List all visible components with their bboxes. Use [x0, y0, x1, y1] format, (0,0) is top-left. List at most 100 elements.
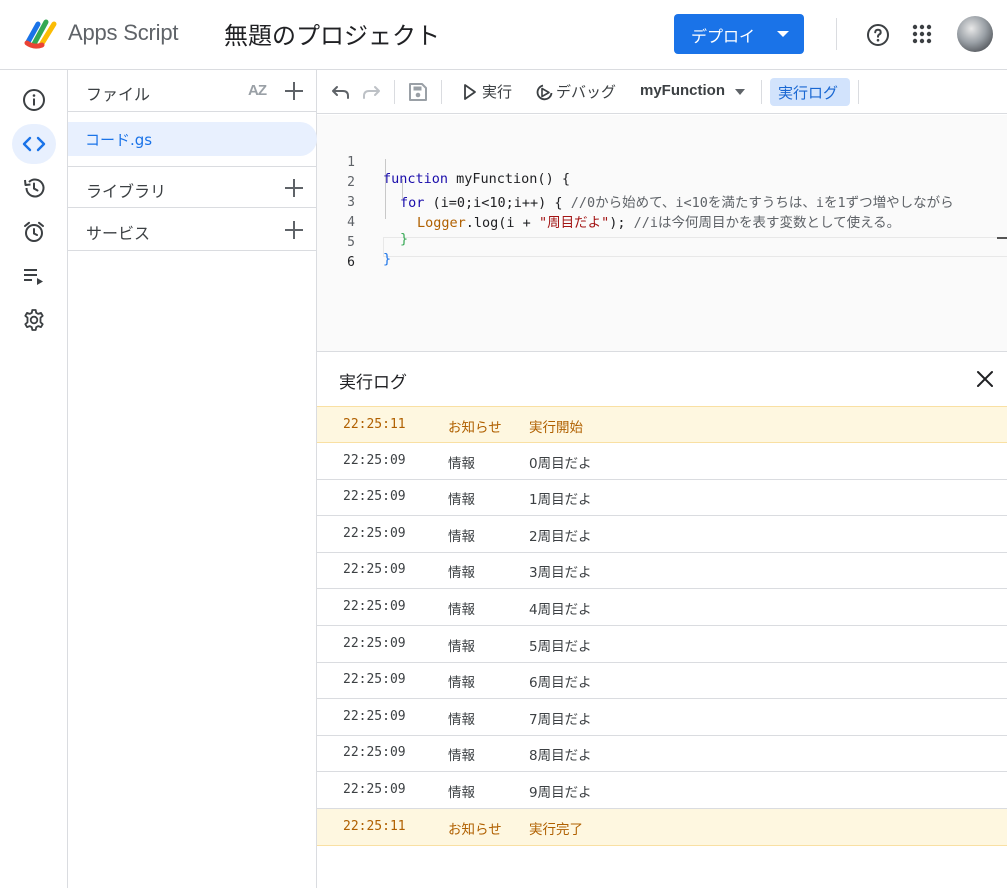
line-number: 6: [347, 255, 355, 270]
rail-item-history[interactable]: [12, 168, 56, 208]
log-timestamp: 22:25:11: [343, 417, 406, 432]
log-message: 4周目だよ: [529, 602, 592, 618]
rail-item-settings[interactable]: [12, 300, 56, 340]
app-name[interactable]: Apps Script: [68, 20, 178, 46]
file-panel: ファイル AZ コード.gs ライブラリ サービス: [68, 70, 317, 888]
help-icon[interactable]: [866, 23, 890, 47]
sort-az-icon[interactable]: AZ: [248, 82, 267, 99]
code-editor[interactable]: 1 function myFunction() { 2 for (i=0;i<1…: [317, 115, 1007, 351]
info-icon: [23, 89, 45, 111]
execution-log-button-label: 実行ログ: [778, 84, 839, 102]
files-header: ファイル AZ: [68, 70, 317, 112]
log-timestamp: 22:25:09: [343, 562, 406, 578]
debug-button[interactable]: デバッグ: [556, 81, 616, 102]
log-row: 22:25:09 情報 8周目だよ: [317, 735, 1007, 773]
caret-down-icon: [777, 31, 789, 37]
log-timestamp: 22:25:09: [343, 745, 406, 761]
file-item[interactable]: コード.gs: [68, 122, 317, 156]
undo-icon[interactable]: [330, 81, 352, 103]
log-message: 3周目だよ: [529, 565, 592, 582]
log-message: 実行開始: [529, 420, 583, 436]
log-timestamp: 22:25:09: [343, 782, 406, 797]
code-line: 6: [317, 239, 1007, 270]
log-level: 情報: [448, 675, 475, 692]
log-row: 22:25:09 情報 0周目だよ: [317, 443, 1007, 480]
apps-script-logo[interactable]: [24, 18, 62, 50]
execution-log-panel: 実行ログ 22:25:11 お知らせ 実行開始 22:25:09 情報 0周目だよ 22:2…: [317, 351, 1007, 888]
log-row: 22:25:09 情報 4周目だよ: [317, 589, 1007, 626]
executions-icon: [24, 269, 43, 285]
project-title[interactable]: 無題のプロジェクト: [224, 16, 440, 51]
code-line: 1 function myFunction() {: [317, 139, 1007, 187]
log-message: 7周目だよ: [529, 711, 592, 728]
deploy-button[interactable]: デプロイ: [674, 14, 804, 54]
log-level: 情報: [448, 785, 475, 801]
log-level: 情報: [448, 638, 475, 655]
log-level: お知らせ: [448, 420, 502, 436]
rail-item-overview[interactable]: [12, 80, 56, 120]
log-timestamp: 22:25:11: [343, 818, 406, 834]
rail-item-executions[interactable]: [12, 256, 56, 296]
header-divider: [836, 18, 837, 50]
log-row: 22:25:11 お知らせ 実行完了: [317, 808, 1007, 846]
add-service-icon[interactable]: [284, 220, 304, 240]
rail-item-editor[interactable]: [12, 124, 56, 164]
caret-down-icon[interactable]: [735, 89, 745, 95]
rail-item-triggers[interactable]: [12, 212, 56, 252]
log-message: 8周目だよ: [529, 748, 592, 765]
editor-toolbar: 実行 デバッグ myFunction 実行ログ: [317, 70, 1007, 114]
run-icon[interactable]: [463, 83, 477, 101]
log-row: 22:25:09 情報 9周目だよ: [317, 772, 1007, 809]
log-timestamp: 22:25:09: [343, 489, 406, 505]
close-icon[interactable]: [976, 370, 994, 388]
app-header: Apps Script 無題のプロジェクト デプロイ: [0, 0, 1007, 70]
avatar[interactable]: [957, 16, 993, 52]
log-level: 情報: [448, 455, 475, 472]
log-level: 情報: [448, 492, 475, 509]
log-level: 情報: [448, 602, 475, 618]
execution-log-title: 実行ログ: [339, 373, 407, 393]
services-label: サービス: [86, 224, 151, 243]
log-message: 2周目だよ: [529, 528, 592, 545]
code-icon: [22, 136, 46, 152]
add-library-icon[interactable]: [284, 178, 304, 198]
save-icon[interactable]: [407, 81, 429, 103]
gear-icon: [24, 309, 44, 331]
log-row: 22:25:09 情報 5周目だよ: [317, 626, 1007, 663]
log-level: 情報: [448, 748, 475, 765]
history-icon: [24, 178, 45, 198]
libraries-header[interactable]: ライブラリ: [68, 166, 317, 208]
debug-icon[interactable]: [535, 82, 555, 102]
code-line: 5 }: [317, 219, 1007, 267]
log-level: 情報: [448, 565, 475, 582]
left-rail: [0, 70, 68, 888]
log-level: 情報: [448, 528, 475, 545]
log-timestamp: 22:25:09: [343, 672, 406, 688]
log-row: 22:25:09 情報 3周目だよ: [317, 552, 1007, 590]
file-item-label: コード.gs: [85, 131, 153, 149]
run-button[interactable]: 実行: [482, 81, 512, 102]
apps-grid-icon[interactable]: [912, 24, 932, 44]
toolbar-divider: [761, 80, 762, 104]
alarm-icon: [24, 221, 44, 242]
log-row: 22:25:09 情報 2周目だよ: [317, 516, 1007, 553]
log-timestamp: 22:25:09: [343, 708, 406, 724]
add-file-icon[interactable]: [284, 81, 304, 101]
log-message: 5周目だよ: [529, 638, 592, 655]
log-level: お知らせ: [448, 821, 502, 838]
redo-icon[interactable]: [360, 81, 382, 103]
execution-log-button[interactable]: 実行ログ: [770, 78, 850, 106]
log-row: 22:25:09 情報 7周目だよ: [317, 699, 1007, 736]
log-message: 6周目だよ: [529, 675, 592, 692]
code-line: 3 Logger.log(i + "周目だよ"); //iは今何周目かを表す変数…: [317, 179, 1007, 231]
services-header[interactable]: サービス: [68, 209, 317, 251]
log-row: 22:25:09 情報 6周目だよ: [317, 662, 1007, 700]
log-timestamp: 22:25:09: [343, 525, 406, 541]
toolbar-divider: [441, 80, 442, 104]
log-message: 1周目だよ: [529, 492, 592, 509]
log-row: 22:25:11 お知らせ 実行開始: [317, 406, 1007, 443]
log-timestamp: 22:25:09: [343, 452, 406, 468]
log-level: 情報: [448, 711, 475, 728]
function-select[interactable]: myFunction: [640, 82, 725, 99]
files-header-label: ファイル: [86, 85, 151, 104]
